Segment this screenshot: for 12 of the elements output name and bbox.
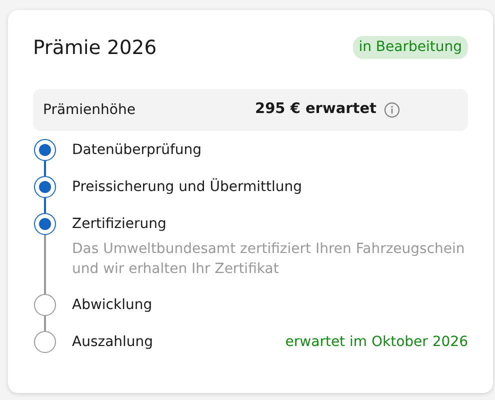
status-badge: in Bearbeitung xyxy=(352,36,468,60)
step-note: erwartet im Oktober 2026 xyxy=(285,333,468,352)
premium-value: 295 € erwartet xyxy=(255,100,376,120)
premium-label: Prämienhöhe xyxy=(43,100,136,120)
step-label: Preissicherung und Übermittlung xyxy=(72,177,302,198)
step-description: Das Umweltbundesamt zertifiziert Ihren Fahrzeugschein und wir erhalten Ihr Zertifikat xyxy=(72,240,466,280)
step-label: Auszahlung xyxy=(72,333,154,352)
step-label: Datenüberprüfung xyxy=(72,141,202,160)
step-label: Abwicklung xyxy=(72,296,152,316)
step-label: Zertifizierung xyxy=(72,215,166,234)
info-icon[interactable] xyxy=(384,102,400,118)
card-title: Prämie 2026 xyxy=(33,36,157,60)
